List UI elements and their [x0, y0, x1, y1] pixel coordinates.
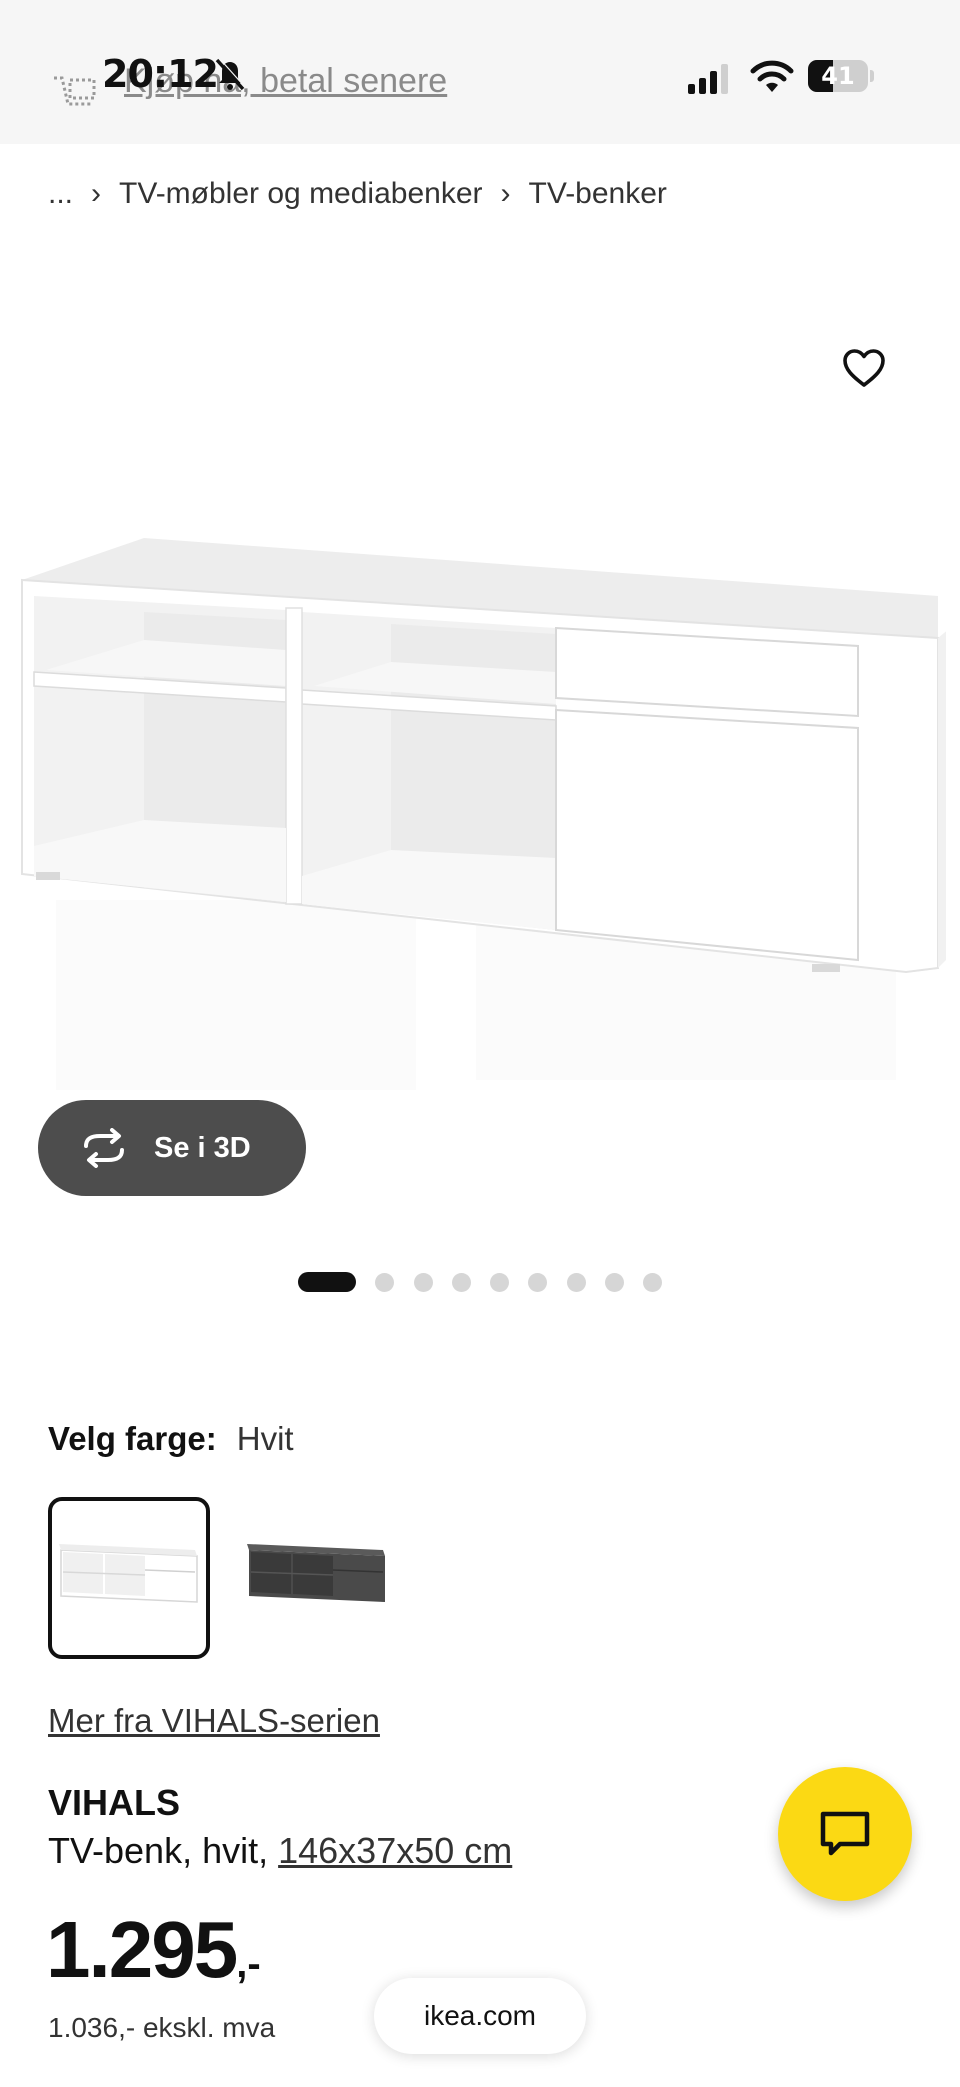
rotate-icon [84, 1128, 124, 1168]
breadcrumb-item-tv-furniture[interactable]: TV-møbler og mediabenker [119, 177, 483, 211]
color-value: Hvit [236, 1420, 294, 1457]
breadcrumb-separator: › [500, 177, 511, 210]
carousel-dot[interactable] [643, 1272, 663, 1292]
carousel-dot[interactable] [413, 1272, 433, 1292]
carousel-dot[interactable] [451, 1272, 471, 1292]
breadcrumb-item-tv-benches[interactable]: TV-benker [529, 177, 667, 211]
series-link[interactable]: Mer fra VIHALS-serien [48, 1702, 380, 1740]
wifi-icon [750, 60, 794, 92]
carousel-dot[interactable] [528, 1272, 548, 1292]
carousel-dot[interactable] [566, 1272, 586, 1292]
product-name: VIHALS [48, 1782, 181, 1823]
breadcrumb-ellipsis[interactable]: ... [48, 177, 73, 211]
breadcrumb: ... › TV-møbler og mediabenker › TV-benk… [48, 174, 667, 214]
cart-icon [54, 76, 96, 106]
chat-button[interactable] [778, 1767, 912, 1901]
carousel-indicator [298, 1271, 682, 1293]
carousel-dot[interactable] [605, 1272, 625, 1292]
product-size-link[interactable]: 146x37x50 cm [278, 1830, 512, 1871]
carousel-dot[interactable] [375, 1272, 395, 1292]
favorite-button[interactable] [838, 342, 890, 394]
url-text: ikea.com [423, 2000, 537, 2031]
status-bar: Kjøp nå, betal senere 20:12 41 [0, 0, 960, 144]
browser-url-bar[interactable]: ikea.com [374, 1978, 586, 2054]
color-swatch-dark-grey[interactable] [236, 1497, 398, 1659]
status-time: 20:12 [102, 52, 219, 96]
color-label: Velg farge: [48, 1420, 217, 1457]
price-suffix: ,- [236, 1942, 261, 1986]
product-page: Kjøp nå, betal senere 20:12 41 ... › TV-… [0, 0, 960, 2087]
product-image[interactable] [16, 520, 946, 1100]
battery-level: 41 [821, 62, 855, 90]
white-tv-bench-thumbnail [59, 1544, 198, 1603]
view-3d-button[interactable]: Se i 3D [38, 1100, 306, 1196]
product-type: TV-benk, hvit, [48, 1830, 279, 1871]
price-amount: 1.295 [46, 1905, 238, 1994]
product-description: TV-benk, hvit, 146x37x50 cm [48, 1830, 512, 1872]
breadcrumb-separator: › [91, 177, 102, 210]
carousel-dot[interactable] [490, 1272, 510, 1292]
view-3d-label: Se i 3D [154, 1131, 251, 1164]
chat-icon [820, 1811, 870, 1856]
signal-icon [688, 64, 728, 94]
dark-grey-tv-bench-thumbnail [247, 1544, 385, 1602]
mute-icon [215, 57, 246, 91]
price: 1.295,- [46, 1904, 261, 1996]
heart-icon [843, 349, 885, 387]
carousel-dot-active[interactable] [298, 1272, 356, 1292]
color-swatch-white[interactable] [48, 1497, 210, 1659]
battery-icon: 41 [808, 60, 874, 92]
color-selector-heading: Velg farge: Hvit [48, 1420, 294, 1458]
price-ex-vat: 1.036,- ekskl. mva [48, 2012, 276, 2043]
